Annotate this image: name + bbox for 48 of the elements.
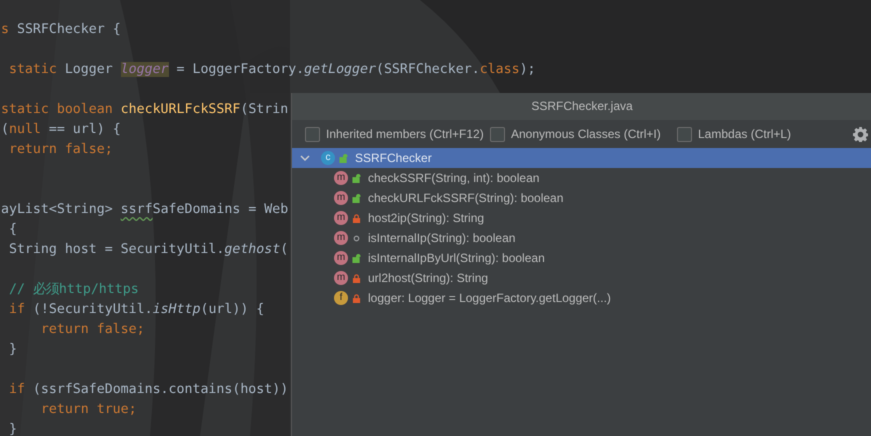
checkbox-label[interactable]: Anonymous Classes (Ctrl+I) [511, 127, 661, 141]
code-line: (null == url) { [1, 121, 121, 139]
method-icon: m [334, 171, 348, 185]
unlocked-icon [352, 254, 361, 262]
checkbox[interactable] [677, 126, 692, 142]
popup-title: SSRFChecker.java [292, 93, 871, 120]
code-line: static boolean checkURLFckSSRF(Strin [1, 101, 288, 119]
code-line: if (ssrfSafeDomains.contains(host)) [8, 381, 288, 399]
unlocked-icon [352, 194, 361, 202]
code-line: } [8, 421, 17, 436]
lock-icon [352, 214, 361, 222]
field-icon: f [334, 291, 348, 305]
method-icon: m [334, 191, 348, 205]
tree-item[interactable]: m url2host(String): String [292, 268, 871, 288]
unlocked-icon [352, 174, 361, 182]
tree-item[interactable]: f logger: Logger = LoggerFactory.getLogger(...) [292, 288, 871, 308]
method-icon: m [334, 231, 348, 245]
checkbox[interactable] [305, 126, 320, 142]
code-line: // 必须http/https [8, 280, 139, 299]
tree-item[interactable]: m host2ip(String): String [292, 208, 871, 228]
code-line: return false; [40, 321, 145, 339]
code-line: static Logger logger = LoggerFactory.getLogger(SSRFChecker.class); [8, 61, 536, 79]
code-line: String host = SecurityUtil.gethost( [8, 241, 288, 259]
tree-item[interactable]: c SSRFChecker [292, 148, 871, 168]
tree-item[interactable]: m isInternalIpByUrl(String): boolean [292, 248, 871, 268]
checkbox-label[interactable]: Inherited members (Ctrl+F12) [326, 127, 484, 141]
chevron-icon[interactable] [300, 153, 310, 163]
unlocked-icon [339, 154, 348, 162]
settings-icon[interactable] [853, 127, 868, 142]
method-icon: m [334, 211, 348, 225]
dot-icon [352, 234, 361, 242]
method-icon: m [334, 251, 348, 265]
code-line: if (!SecurityUtil.isHttp(url)) { [8, 301, 264, 319]
code-line: { [8, 221, 17, 239]
lock-icon [352, 274, 361, 282]
tree-item[interactable]: m checkURLFckSSRF(String): boolean [292, 188, 871, 208]
code-line: return false; [8, 141, 113, 159]
code-line: s SSRFChecker { [1, 21, 121, 39]
method-icon: m [334, 271, 348, 285]
checkbox-label[interactable]: Lambdas (Ctrl+L) [698, 127, 792, 141]
checkbox[interactable] [490, 126, 505, 142]
tree-item[interactable]: m isInternalIp(String): boolean [292, 228, 871, 248]
code-line: ayList<String> ssrfSafeDomains = Web [1, 201, 288, 219]
class-icon: c [321, 151, 335, 165]
code-line: } [8, 341, 17, 359]
lock-icon [352, 294, 361, 302]
code-line: return true; [40, 401, 137, 419]
tree-item[interactable]: m checkSSRF(String, int): boolean [292, 168, 871, 188]
